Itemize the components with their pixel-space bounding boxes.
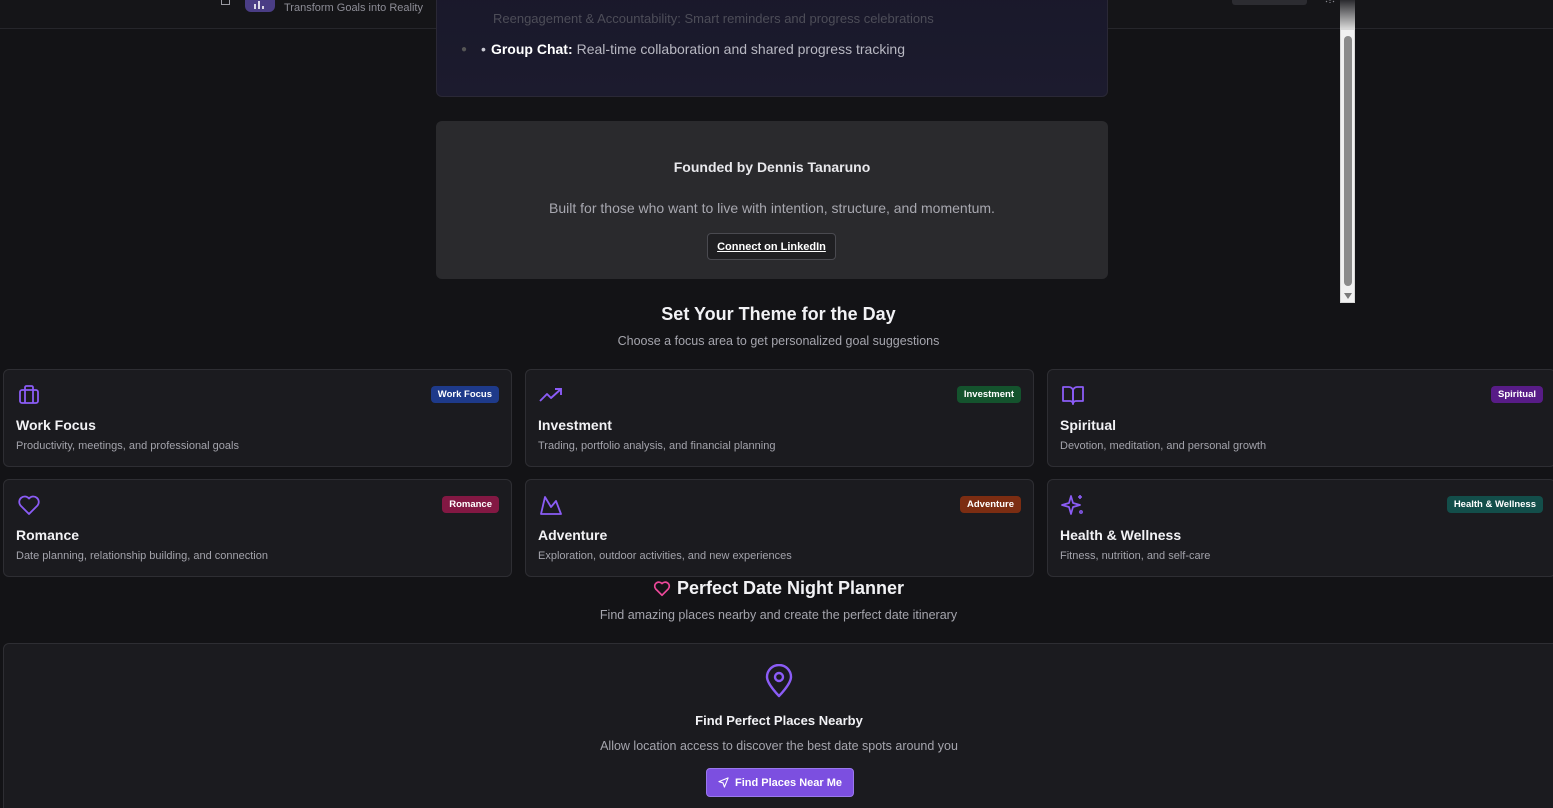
theme-card-title: Romance <box>16 527 80 543</box>
scroll-down-arrow-icon[interactable] <box>1344 293 1352 299</box>
theme-card-title: Investment <box>538 417 612 433</box>
trending-up-icon <box>539 388 562 402</box>
bar-chart-icon <box>254 1 264 9</box>
founder-subtitle: Built for those who want to live with in… <box>549 200 995 216</box>
scrollbar[interactable] <box>1340 29 1355 303</box>
feature-label: Group Chat: <box>490 41 573 57</box>
linkedin-button[interactable]: Connect on LinkedIn <box>707 233 836 260</box>
feature-item-faded: Reengagement & Accountability: Smart rem… <box>493 11 934 26</box>
header-action-button[interactable] <box>1232 0 1307 5</box>
heart-icon <box>18 495 40 515</box>
places-card-title: Find Perfect Places Nearby <box>695 713 863 728</box>
briefcase-icon <box>19 385 39 404</box>
theme-card-spiritual[interactable]: Spiritual Spiritual Devotion, meditation… <box>1047 369 1553 467</box>
bullet-icon: • <box>481 41 486 57</box>
places-card: Find Perfect Places Nearby Allow locatio… <box>3 643 1553 808</box>
date-planner-title: Perfect Date Night Planner <box>0 578 1553 599</box>
scrollbar-track-top <box>1340 0 1355 29</box>
find-places-button-label: Find Places Near Me <box>735 776 842 789</box>
theme-card-title: Work Focus <box>16 417 96 433</box>
menu-icon[interactable] <box>221 0 230 5</box>
theme-card-title: Adventure <box>538 527 608 543</box>
date-planner-title-text: Perfect Date Night Planner <box>676 578 905 598</box>
theme-badge: Investment <box>956 386 1021 403</box>
theme-badge: Romance <box>442 496 499 513</box>
date-planner-subtitle: Find amazing places nearby and create th… <box>599 608 958 622</box>
app-logo[interactable] <box>245 0 275 12</box>
theme-section-subtitle: Choose a focus area to get personalized … <box>617 334 940 348</box>
theme-badge: Adventure <box>960 496 1021 513</box>
feature-item-group-chat: ● • Group Chat: Real-time collaboration … <box>461 41 905 57</box>
theme-badge: Spiritual <box>1490 386 1543 403</box>
map-pin-icon <box>765 664 793 698</box>
theme-card-work-focus[interactable]: Work Focus Work Focus Productivity, meet… <box>3 369 512 467</box>
features-card: Reengagement & Accountability: Smart rem… <box>436 0 1108 97</box>
theme-card-health-wellness[interactable]: Health & Wellness Health & Wellness Fitn… <box>1047 479 1553 577</box>
navigation-icon <box>718 777 729 788</box>
theme-section-title: Set Your Theme for the Day <box>661 304 896 324</box>
founder-title: Founded by Dennis Tanaruno <box>673 159 871 175</box>
founder-card: Founded by Dennis Tanaruno Built for tho… <box>436 121 1108 279</box>
book-open-icon <box>1062 386 1084 405</box>
theme-card-adventure[interactable]: Adventure Adventure Exploration, outdoor… <box>525 479 1034 577</box>
theme-card-title: Health & Wellness <box>1060 527 1182 543</box>
theme-badge: Health & Wellness <box>1446 496 1543 513</box>
sun-icon[interactable] <box>1325 0 1335 4</box>
theme-card-description: Exploration, outdoor activities, and new… <box>538 550 792 562</box>
theme-card-description: Trading, portfolio analysis, and financi… <box>538 440 776 452</box>
list-dot-icon: ● <box>461 43 468 55</box>
theme-card-romance[interactable]: Romance Romance Date planning, relations… <box>3 479 512 577</box>
heart-icon <box>653 581 671 597</box>
mountain-icon <box>540 496 562 515</box>
sparkles-icon <box>1061 495 1083 515</box>
feature-text: Real-time collaboration and shared progr… <box>576 41 906 57</box>
theme-card-title: Spiritual <box>1060 417 1117 433</box>
app-tagline: Transform Goals into Reality <box>284 2 423 14</box>
find-places-button[interactable]: Find Places Near Me <box>706 768 854 797</box>
theme-card-description: Devotion, meditation, and personal growt… <box>1060 440 1267 452</box>
places-card-subtitle: Allow location access to discover the be… <box>600 739 958 753</box>
theme-badge: Work Focus <box>430 386 499 403</box>
theme-card-description: Productivity, meetings, and professional… <box>16 440 239 452</box>
theme-card-investment[interactable]: Investment Investment Trading, portfolio… <box>525 369 1034 467</box>
theme-card-description: Date planning, relationship building, an… <box>16 550 268 562</box>
scrollbar-thumb[interactable] <box>1344 36 1352 286</box>
theme-card-description: Fitness, nutrition, and self-care <box>1060 550 1211 562</box>
